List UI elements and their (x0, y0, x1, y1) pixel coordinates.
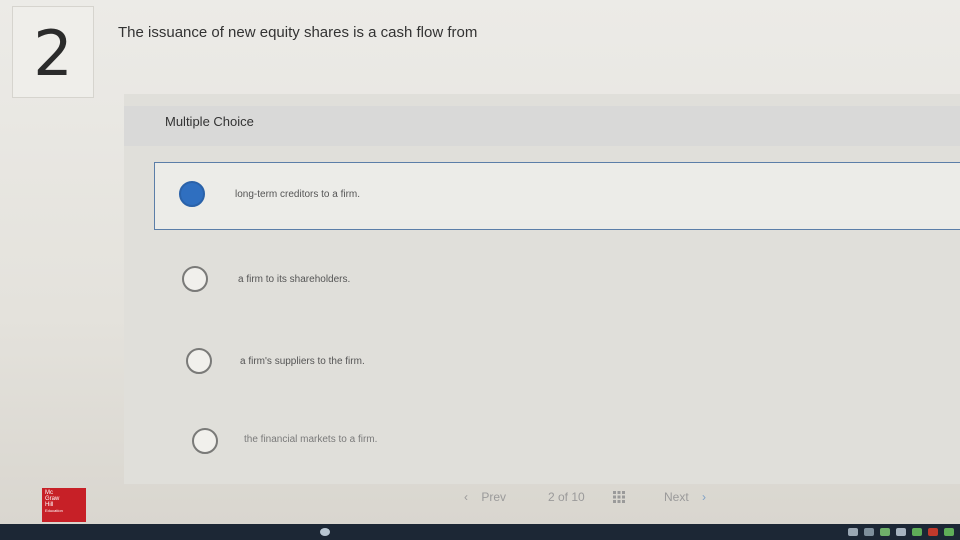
option-4[interactable]: the financial markets to a firm. (154, 412, 960, 472)
taskbar (0, 524, 960, 540)
radio-empty-icon[interactable] (192, 428, 218, 454)
option-1[interactable]: long-term creditors to a firm. (154, 162, 960, 230)
option-2-label: a firm to its shareholders. (238, 274, 351, 285)
taskbar-tray-icon[interactable] (928, 528, 938, 536)
publisher-logo: Mc Graw Hill Education (42, 488, 86, 522)
prev-label: Prev (481, 490, 507, 504)
option-2[interactable]: a firm to its shareholders. (154, 252, 960, 312)
page-indicator: 2 of 10 (548, 490, 585, 504)
taskbar-tray-icon[interactable] (848, 528, 858, 536)
prev-button[interactable]: ‹ Prev (464, 490, 506, 504)
radio-selected-icon[interactable] (179, 181, 205, 207)
grid-icon[interactable] (613, 491, 625, 503)
question-number: 2 (33, 17, 73, 90)
taskbar-tray-icon[interactable] (912, 528, 922, 536)
taskbar-tray-icon[interactable] (896, 528, 906, 536)
option-3-label: a firm's suppliers to the firm. (240, 356, 365, 367)
taskbar-tray-icon[interactable] (944, 528, 954, 536)
next-label: Next (664, 490, 689, 504)
radio-empty-icon[interactable] (182, 266, 208, 292)
chevron-left-icon: ‹ (464, 490, 468, 504)
next-button[interactable]: Next › (664, 490, 706, 504)
option-4-label: the financial markets to a firm. (244, 434, 378, 445)
option-1-label: long-term creditors to a firm. (235, 189, 361, 200)
taskbar-tray-icon[interactable] (880, 528, 890, 536)
option-3[interactable]: a firm's suppliers to the firm. (154, 334, 960, 394)
chevron-right-icon: › (702, 490, 707, 504)
radio-empty-icon[interactable] (186, 348, 212, 374)
question-text: The issuance of new equity shares is a c… (118, 24, 478, 41)
taskbar-app-icon[interactable] (320, 528, 330, 536)
question-number-box: 2 (12, 6, 94, 98)
multiple-choice-title: Multiple Choice (165, 114, 254, 129)
taskbar-tray-icon[interactable] (864, 528, 874, 536)
